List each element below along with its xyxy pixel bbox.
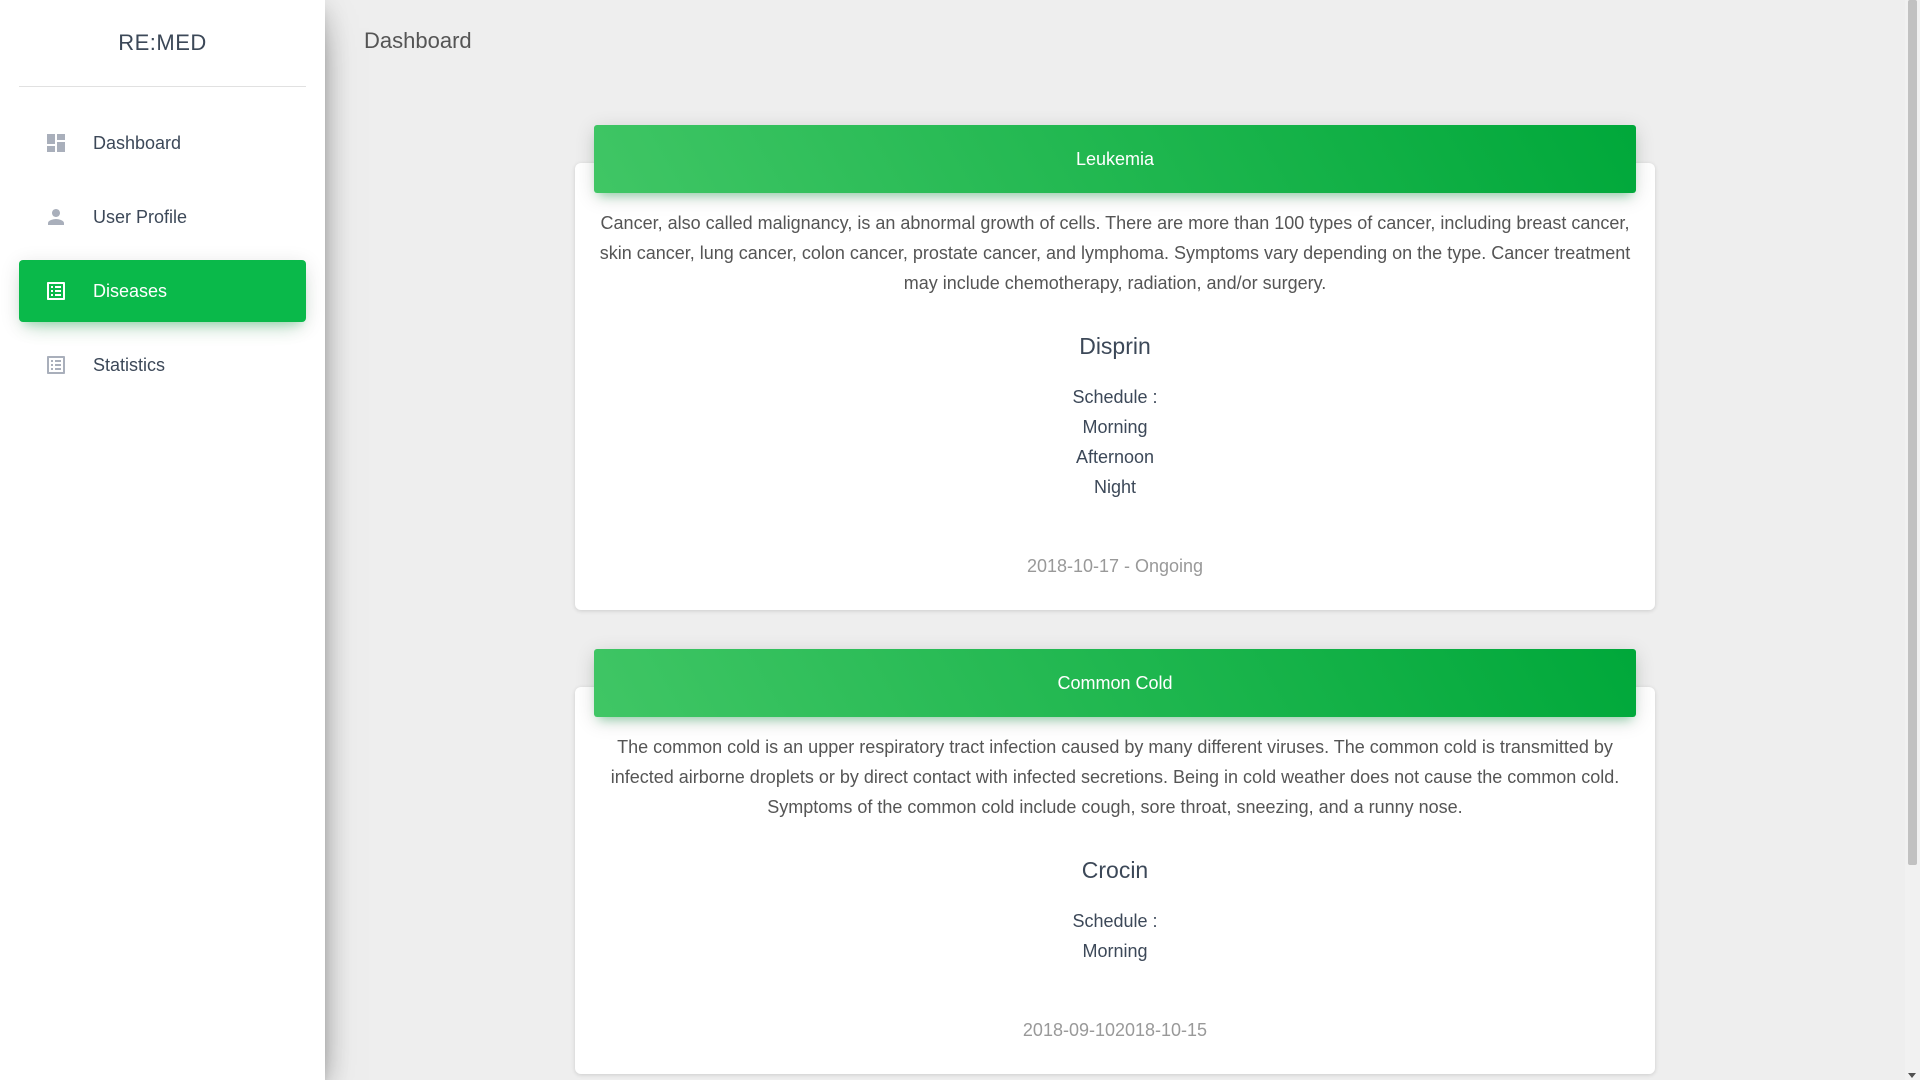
disease-description: The common cold is an upper respiratory …: [610, 737, 1620, 817]
sidebar-nav: Dashboard User Profile Diseases Statisti…: [19, 112, 306, 408]
sidebar-item-user-profile[interactable]: User Profile: [19, 186, 306, 248]
main-content: Dashboard Leukemia Cancer, also called m…: [325, 0, 1905, 1080]
schedule-item: Morning: [1082, 417, 1148, 437]
sidebar-item-label: Dashboard: [93, 132, 182, 153]
disease-card: Leukemia Cancer, also called malignancy,…: [575, 125, 1655, 610]
schedule-item: Afternoon: [1075, 447, 1155, 467]
medicine-name: Crocin: [1081, 857, 1149, 883]
schedule-label: Schedule :: [1072, 387, 1158, 407]
disease-description: Cancer, also called malignancy, is an ab…: [599, 213, 1631, 293]
medicine-name: Disprin: [1079, 333, 1151, 359]
disease-card-header: Common Cold: [594, 649, 1636, 717]
sidebar-item-label: Diseases: [93, 280, 168, 301]
schedule-item: Morning: [1082, 941, 1148, 961]
dashboard-icon: [43, 130, 69, 156]
sidebar: RE:MED Dashboard User Profile Diseases S…: [0, 0, 325, 1080]
list-icon: [43, 278, 69, 304]
person-icon: [43, 204, 69, 230]
scrollbar-thumb[interactable]: [1908, 0, 1917, 865]
date-range: 2018-09-102018-10-15: [1022, 1020, 1208, 1040]
list-icon: [43, 352, 69, 378]
sidebar-item-label: Statistics: [93, 354, 166, 375]
disease-card: Common Cold The common cold is an upper …: [575, 649, 1655, 1074]
disease-card-header: Leukemia: [594, 125, 1636, 193]
scroll-down-arrow-icon[interactable]: [1908, 1073, 1916, 1078]
schedule-item: Night: [1093, 477, 1137, 497]
sidebar-item-diseases[interactable]: Diseases: [19, 260, 306, 322]
sidebar-item-statistics[interactable]: Statistics: [19, 334, 306, 396]
sidebar-item-label: User Profile: [93, 206, 188, 227]
schedule-label: Schedule :: [1072, 911, 1158, 931]
page-title[interactable]: Dashboard: [364, 28, 472, 54]
date-range: 2018-10-17 - Ongoing: [1026, 556, 1204, 576]
scrollbar[interactable]: [1905, 0, 1920, 1080]
sidebar-item-dashboard[interactable]: Dashboard: [19, 112, 306, 174]
app-logo[interactable]: RE:MED: [19, 0, 306, 87]
